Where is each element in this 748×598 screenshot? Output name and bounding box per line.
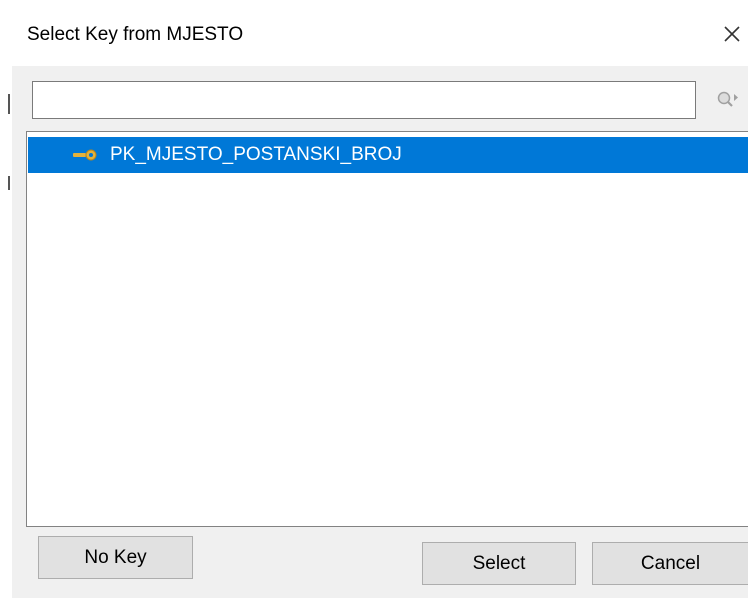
title-bar: Select Key from MJESTO [0, 0, 748, 66]
key-icon [73, 148, 99, 162]
cancel-button[interactable]: Cancel [592, 542, 748, 585]
dialog-title: Select Key from MJESTO [27, 24, 244, 45]
edge-mark [8, 94, 10, 114]
search-icon [717, 91, 738, 107]
key-item-label: PK_MJESTO_POSTANSKI_BROJ [110, 144, 402, 165]
close-icon [724, 26, 740, 42]
list-item-key[interactable]: PK_MJESTO_POSTANSKI_BROJ [28, 137, 748, 173]
select-button[interactable]: Select [422, 542, 576, 585]
no-key-button[interactable]: No Key [38, 536, 193, 579]
select-key-dialog: Select Key from MJESTO PK_MJESTO_POSTANS… [0, 0, 748, 598]
search-input[interactable] [32, 81, 696, 119]
search-button[interactable] [712, 85, 742, 115]
edge-mark [8, 176, 10, 190]
key-list[interactable]: PK_MJESTO_POSTANSKI_BROJ [26, 131, 748, 527]
close-button[interactable] [716, 14, 748, 54]
window-edge [0, 66, 12, 598]
